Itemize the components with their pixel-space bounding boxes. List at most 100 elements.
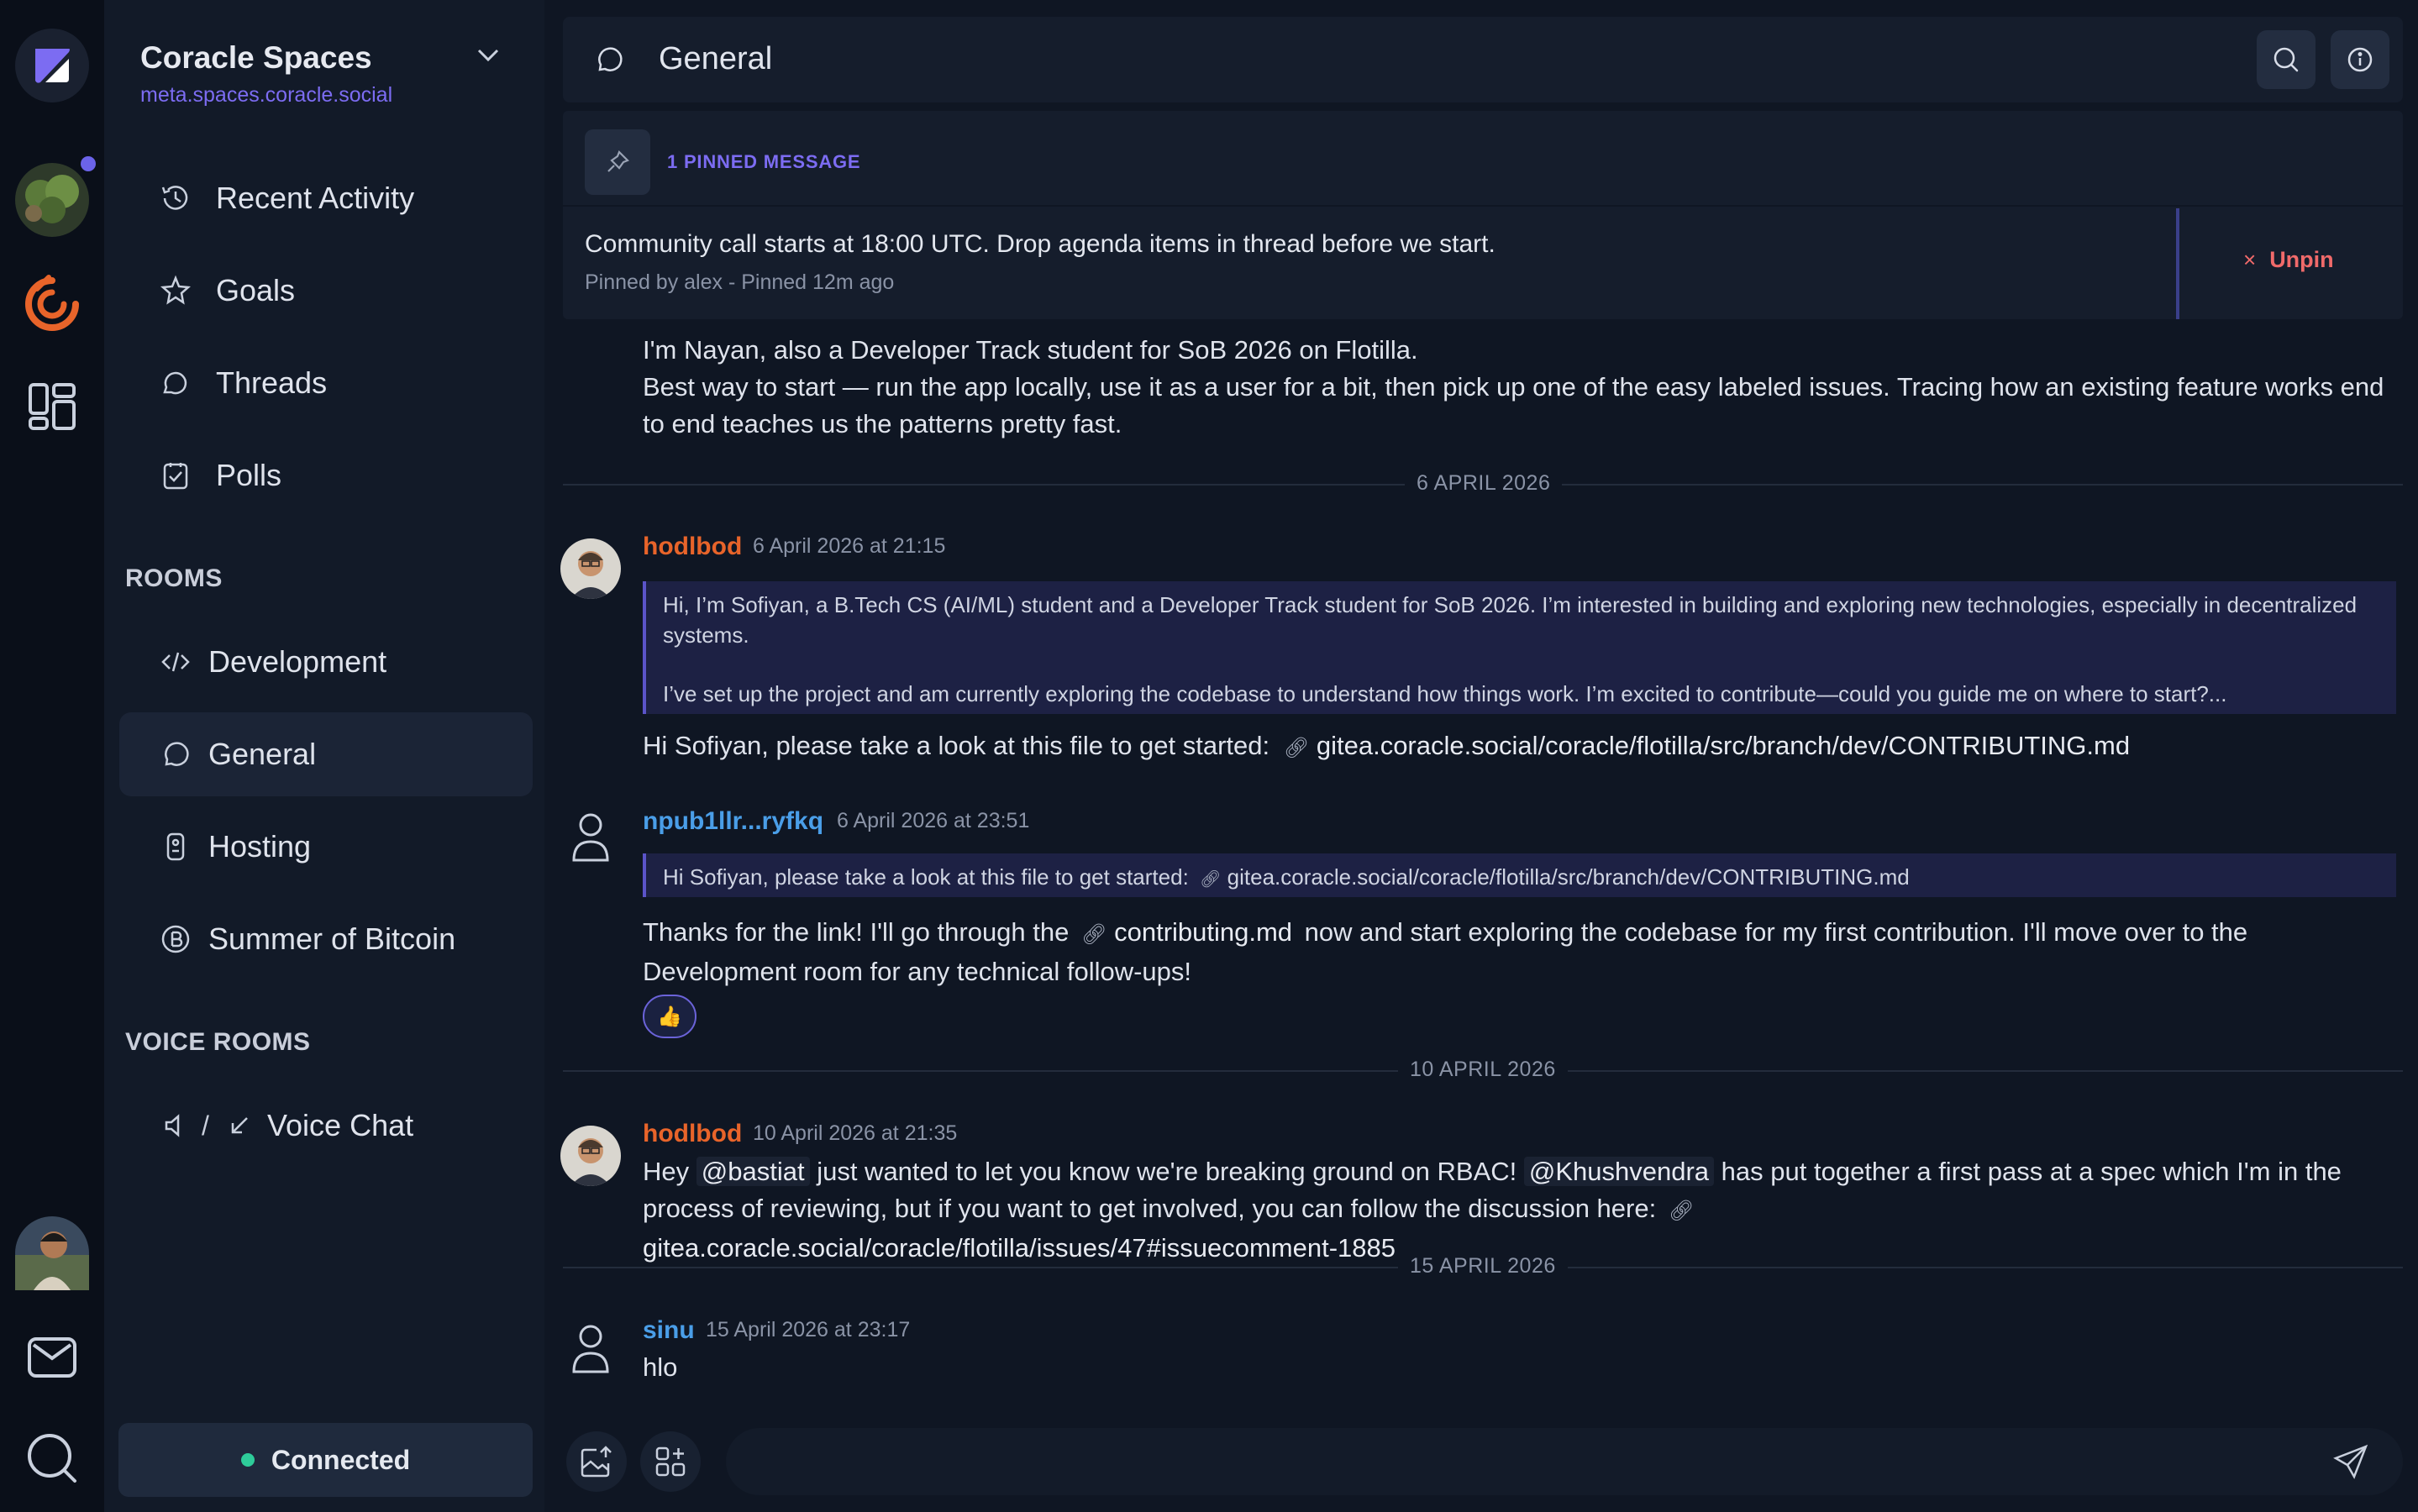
sidebar: Coracle Spaces meta.spaces.coracle.socia… bbox=[104, 0, 544, 1512]
mention-bastiat[interactable]: @bastiat bbox=[696, 1157, 810, 1186]
room-summer-of-bitcoin[interactable]: Summer of Bitcoin bbox=[119, 897, 533, 981]
unread-dot bbox=[81, 156, 96, 171]
message-timestamp: 10 April 2026 at 21:35 bbox=[753, 1121, 958, 1145]
nav-threads[interactable]: Threads bbox=[119, 341, 533, 425]
message-text: I'm Nayan, also a Developer Track studen… bbox=[643, 332, 2390, 443]
poll-icon bbox=[163, 463, 188, 490]
message-text: Thanks for the link! I'll go through the… bbox=[643, 914, 2390, 990]
space-avatar-trees[interactable] bbox=[15, 163, 89, 237]
voice-separator: / bbox=[202, 1110, 209, 1141]
message-timestamp: 6 April 2026 at 23:51 bbox=[837, 809, 1030, 832]
room-label: Summer of Bitcoin bbox=[208, 921, 456, 956]
unpin-button[interactable]: × Unpin bbox=[2243, 247, 2334, 273]
divider bbox=[563, 205, 2403, 207]
channel-info-button[interactable] bbox=[2331, 30, 2389, 89]
message-line: I'm Nayan, also a Developer Track studen… bbox=[643, 335, 1418, 365]
link-url: contributing.md bbox=[1114, 917, 1293, 947]
nav-recent-activity[interactable]: Recent Activity bbox=[119, 156, 533, 240]
pinned-text[interactable]: Community call starts at 18:00 UTC. Drop… bbox=[585, 230, 1495, 259]
rooms-heading: ROOMS bbox=[125, 564, 223, 592]
connection-status[interactable]: Connected bbox=[118, 1423, 533, 1497]
pinned-count: 1 PINNED MESSAGE bbox=[667, 151, 861, 172]
voice-room-voice-chat[interactable]: / Voice Chat bbox=[119, 1084, 533, 1168]
nav-label: Recent Activity bbox=[216, 181, 415, 215]
close-icon: × bbox=[2243, 247, 2257, 272]
app-logo[interactable] bbox=[15, 29, 89, 102]
date-label: 10 APRIL 2026 bbox=[1398, 1058, 1568, 1082]
image-upload-icon bbox=[581, 1446, 612, 1478]
message-text: hlo bbox=[643, 1352, 678, 1382]
space-title[interactable]: Coracle Spaces bbox=[140, 40, 372, 76]
message-body: just wanted to let you know we're breaki… bbox=[817, 1157, 1517, 1186]
link-icon: 🔗︎ bbox=[1081, 923, 1107, 946]
channel-header: General bbox=[563, 17, 2403, 102]
message-text: Hey @bastiat just wanted to let you know… bbox=[643, 1153, 2390, 1267]
speaker-icon bbox=[165, 1114, 180, 1137]
server-icon bbox=[166, 832, 185, 861]
chevron-down-icon bbox=[477, 49, 499, 62]
coracle-swirl-icon bbox=[25, 275, 79, 331]
message-author[interactable]: npub1llr...ryfkq bbox=[643, 807, 823, 836]
room-hosting[interactable]: Hosting bbox=[119, 805, 533, 889]
message-input[interactable] bbox=[726, 1428, 2403, 1495]
link-icon: 🔗︎ bbox=[1200, 870, 1222, 889]
channel-search-button[interactable] bbox=[2257, 30, 2315, 89]
divider bbox=[2176, 208, 2179, 319]
room-general[interactable]: General bbox=[119, 712, 533, 796]
link-chip[interactable]: 🔗︎ gitea.coracle.social/coracle/flotilla… bbox=[1284, 731, 2130, 760]
link-url: gitea.coracle.social/coracle/flotilla/sr… bbox=[1316, 731, 2131, 760]
space-menu-toggle[interactable] bbox=[476, 42, 501, 67]
logo-icon bbox=[35, 49, 70, 83]
arrow-down-left-icon bbox=[231, 1117, 248, 1134]
upload-image-button[interactable] bbox=[566, 1431, 627, 1492]
mention-khushvendra[interactable]: @Khushvendra bbox=[1523, 1157, 1715, 1186]
star-icon bbox=[160, 275, 192, 305]
message-author[interactable]: sinu bbox=[643, 1316, 695, 1345]
channel-title: General bbox=[659, 41, 773, 76]
status-dot bbox=[240, 1453, 255, 1467]
link-icon: 🔗︎ bbox=[1668, 1200, 1695, 1222]
reaction-thumbs-up[interactable]: 👍 bbox=[643, 995, 696, 1038]
message-timestamp: 6 April 2026 at 21:15 bbox=[753, 534, 946, 558]
space-coracle[interactable] bbox=[15, 267, 89, 341]
trees-avatar-icon bbox=[15, 163, 89, 237]
date-label: 6 APRIL 2026 bbox=[1405, 471, 1563, 496]
avatar[interactable] bbox=[560, 807, 621, 868]
search-button[interactable] bbox=[15, 1421, 89, 1495]
message-line: Best way to start — run the app locally,… bbox=[643, 372, 2384, 438]
room-label: Hosting bbox=[208, 829, 312, 864]
send-button[interactable] bbox=[2332, 1443, 2369, 1480]
dashboard-button[interactable] bbox=[15, 370, 89, 444]
grid-plus-icon bbox=[655, 1446, 686, 1477]
message-body: Thanks for the link! I'll go through the bbox=[643, 917, 1070, 947]
link-url: gitea.coracle.social/coracle/flotilla/is… bbox=[643, 1233, 1396, 1263]
message-author[interactable]: hodlbod bbox=[643, 1120, 742, 1148]
nav-goals[interactable]: Goals bbox=[119, 249, 533, 333]
apps-button[interactable] bbox=[640, 1431, 701, 1492]
avatar[interactable] bbox=[560, 538, 621, 599]
link-chip[interactable]: 🔗︎ contributing.md bbox=[1081, 917, 1300, 947]
quote-text: Hi Sofiyan, please take a look at this f… bbox=[663, 864, 1189, 890]
info-icon bbox=[2347, 47, 2373, 72]
message-body: Hi Sofiyan, please take a look at this f… bbox=[643, 731, 1270, 760]
date-label: 15 APRIL 2026 bbox=[1398, 1254, 1568, 1278]
room-development[interactable]: Development bbox=[119, 620, 533, 704]
room-label: Development bbox=[208, 644, 387, 679]
quote-link: gitea.coracle.social/coracle/flotilla/sr… bbox=[1227, 864, 1910, 890]
message-timestamp: 15 April 2026 at 23:17 bbox=[706, 1318, 911, 1341]
avatar[interactable] bbox=[560, 1126, 621, 1186]
user-outline-icon bbox=[572, 813, 609, 862]
avatar[interactable] bbox=[560, 1319, 621, 1379]
quoted-message[interactable]: Hi, I’m Sofiyan, a B.Tech CS (AI/ML) stu… bbox=[643, 581, 2396, 714]
message-composer bbox=[563, 1428, 2403, 1495]
message-author[interactable]: hodlbod bbox=[643, 533, 742, 561]
pin-button[interactable] bbox=[585, 129, 650, 195]
code-icon bbox=[161, 652, 190, 672]
nav-polls[interactable]: Polls bbox=[119, 433, 533, 517]
space-url[interactable]: meta.spaces.coracle.social bbox=[140, 83, 392, 108]
pin-icon bbox=[607, 150, 629, 172]
quoted-message[interactable]: Hi Sofiyan, please take a look at this f… bbox=[643, 853, 2396, 897]
messages-button[interactable] bbox=[15, 1320, 89, 1394]
room-label: General bbox=[208, 737, 317, 771]
profile-avatar[interactable] bbox=[15, 1216, 89, 1290]
